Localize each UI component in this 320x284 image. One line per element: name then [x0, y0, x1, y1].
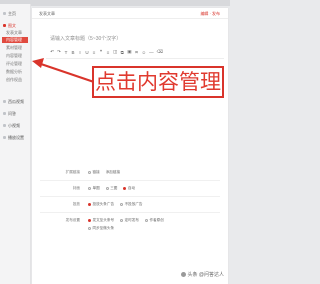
heading-icon[interactable]: T: [64, 50, 68, 55]
option-label: 同步至微头条: [92, 225, 115, 230]
underline-icon[interactable]: U: [85, 50, 89, 55]
sidebar-sub-publish[interactable]: 发表文章: [2, 30, 28, 36]
home-icon: [3, 12, 6, 15]
option-label: 投放头条广告: [92, 201, 115, 206]
setting-label: 投放: [72, 201, 80, 206]
option-label: 单图: [92, 185, 100, 190]
editor-card: 发表文章 编辑 · 发布 ↶ ↷ T B I U ≡ ❝ ≡ ◫ ⧉ ▣ ⌗ ☺…: [32, 8, 228, 284]
sidebar-item-label: 小视频: [8, 122, 20, 128]
sidebar-sub-material[interactable]: 素材管理: [2, 45, 28, 51]
settings-icon: [3, 136, 6, 139]
radio-icon: [120, 202, 124, 206]
emoji-icon[interactable]: ☺: [142, 50, 147, 55]
copy-icon[interactable]: ⧉: [120, 50, 124, 55]
watermark-text: 头条 @问答达人: [187, 272, 224, 278]
short-video-icon: [3, 124, 6, 127]
sidebar-sub-analytics[interactable]: 数据分析: [2, 69, 28, 75]
editor-tabbar: 发表文章 编辑 · 发布: [32, 8, 228, 19]
option-label: 链接: [92, 169, 100, 174]
option-three-images[interactable]: 三图: [105, 185, 118, 191]
italic-icon[interactable]: I: [78, 50, 82, 55]
radio-selected-icon: [123, 186, 127, 190]
radio-icon: [120, 218, 124, 222]
watermark: 头条 @问答达人: [180, 271, 224, 278]
editor-toolbar: ↶ ↷ T B I U ≡ ❝ ≡ ◫ ⧉ ▣ ⌗ ☺ — ⌫: [50, 48, 220, 56]
option-label: 添加链接: [105, 169, 121, 174]
sidebar-sub-rights[interactable]: 创作权益: [2, 77, 28, 83]
option-label: 自动: [127, 185, 136, 190]
video-insert-icon[interactable]: ▣: [127, 49, 131, 55]
align-icon[interactable]: ≡: [92, 50, 96, 55]
watermark-logo-icon: [180, 272, 186, 277]
sidebar-item-play-settings[interactable]: 播放设置: [3, 134, 29, 141]
redo-icon[interactable]: ↷: [57, 49, 61, 55]
link-icon[interactable]: ⌗: [135, 50, 139, 55]
setting-row-publish: 发布设置 发文至头条号 定时发布 作者原创: [40, 216, 220, 224]
bold-icon[interactable]: B: [71, 50, 75, 55]
option-label: 不投放广告: [124, 201, 143, 206]
option-link[interactable]: 链接: [88, 170, 100, 175]
qa-icon: [3, 112, 6, 115]
radio-selected-icon: [88, 202, 91, 206]
option-label: 定时发布: [124, 217, 139, 222]
sidebar: 主页 图文 发表文章 内容管理 素材管理 内容管理 评论管理 数据分析 创作权益…: [0, 4, 31, 284]
option-ads-on[interactable]: 投放头条广告: [88, 202, 114, 207]
sidebar-item-label: 图文: [8, 22, 16, 28]
radio-icon: [144, 218, 148, 222]
sidebar-item-label: 西瓜视频: [8, 98, 24, 104]
radio-selected-icon: [88, 218, 91, 222]
sidebar-item-article[interactable]: 图文: [3, 22, 29, 29]
setting-row-ads: 投放 投放头条广告 不投放广告: [40, 200, 220, 208]
setting-row-cover: 封面 单图 三图 自动: [40, 184, 220, 192]
option-auto[interactable]: 自动: [123, 186, 135, 191]
option-scheduled[interactable]: 定时发布: [120, 218, 139, 223]
setting-row-link: 扩展链接 链接 添加链接: [40, 168, 220, 176]
option-label: 作者原创: [149, 217, 164, 222]
option-sync-micro[interactable]: 同步至微头条: [88, 226, 114, 231]
option-label: 三图: [110, 185, 118, 190]
sidebar-sub-comments[interactable]: 评论管理: [2, 61, 28, 67]
setting-label: 封面: [72, 185, 80, 190]
radio-icon: [105, 186, 109, 190]
sidebar-item-short-video[interactable]: 小视频: [3, 122, 29, 129]
video-icon: [3, 100, 6, 103]
tab-publish-article[interactable]: 发表文章: [39, 11, 55, 17]
browser-top-strip: [0, 0, 230, 6]
option-single-image[interactable]: 单图: [88, 186, 100, 191]
image-icon[interactable]: ◫: [113, 49, 117, 55]
undo-icon[interactable]: ↶: [50, 49, 54, 55]
option-publish-headline[interactable]: 发文至头条号: [88, 218, 114, 223]
sidebar-sub-content-active[interactable]: 内容管理: [2, 37, 28, 43]
title-input[interactable]: [50, 34, 210, 43]
option-original[interactable]: 作者原创: [144, 217, 164, 223]
row-divider: [40, 180, 220, 181]
annotation-callout: 点击内容管理: [92, 66, 224, 98]
radio-icon: [88, 226, 91, 230]
radio-icon: [88, 170, 91, 174]
sidebar-item-label: 主页: [8, 10, 16, 16]
divider-icon[interactable]: —: [149, 50, 154, 55]
setting-label: 发布设置: [65, 217, 80, 222]
option-label: 发文至头条号: [92, 217, 115, 222]
setting-row-publish-2: 同步至微头条: [40, 224, 220, 232]
sidebar-item-video[interactable]: 西瓜视频: [3, 98, 29, 105]
option-ads-off[interactable]: 不投放广告: [120, 201, 143, 207]
list-icon[interactable]: ≡: [106, 50, 110, 55]
sidebar-item-label: 问答: [8, 110, 16, 116]
sidebar-item-label: 播放设置: [8, 134, 24, 140]
row-divider: [40, 212, 220, 213]
toolbar-divider: [46, 58, 224, 59]
sidebar-sub-content-manage[interactable]: 内容管理: [2, 53, 28, 59]
sidebar-item-qa[interactable]: 问答: [3, 110, 29, 117]
clear-format-icon[interactable]: ⌫: [157, 49, 163, 55]
quote-icon[interactable]: ❝: [99, 49, 103, 55]
sidebar-item-home[interactable]: 主页: [3, 10, 29, 17]
setting-label: 扩展链接: [65, 169, 80, 174]
radio-icon: [88, 186, 91, 190]
option-add-link[interactable]: 添加链接: [106, 170, 120, 175]
tab-link[interactable]: 编辑 · 发布: [200, 11, 220, 17]
article-icon: [3, 24, 6, 27]
row-divider: [40, 196, 220, 197]
